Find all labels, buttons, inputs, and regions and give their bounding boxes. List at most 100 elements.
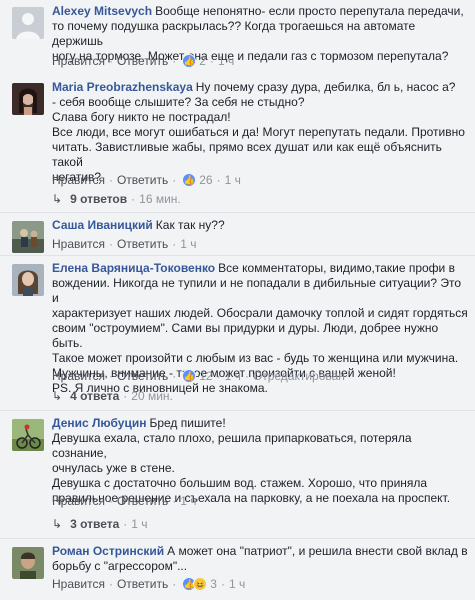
comment-text-line: - себя вообще слышите? За себя не стыдно… (52, 95, 305, 109)
reply-link[interactable]: Ответить (117, 237, 168, 251)
replies-count: 4 ответа (70, 389, 120, 403)
comment-text-line: борьбу с "агрессором"... (52, 559, 188, 573)
user-photo-icon (12, 419, 44, 451)
comment-item: Денис Любуцин Бред пишите! Девушка ехала,… (0, 416, 475, 534)
reply-arrow-icon: ↳ (52, 192, 63, 206)
avatar[interactable] (12, 419, 44, 451)
comment-body: Денис Любуцин Бред пишите! Девушка ехала,… (52, 416, 469, 506)
reply-link[interactable]: Ответить (117, 577, 168, 591)
reactions-summary[interactable]: 👍 😆 3 (182, 577, 217, 591)
comment-text-line: Как так ну?? (155, 218, 225, 232)
comment-text-line: то почему подушка раскрылась?? Когда тро… (52, 19, 416, 48)
comment-text-line: Бред пишите! (149, 416, 226, 430)
comment-text-line: очнулась уже в стене. (52, 461, 175, 475)
like-link[interactable]: Нравится (52, 369, 105, 383)
reaction-count: 12 (199, 369, 213, 383)
comment-actions: Нравится · Ответить · 👍 12 · 1 ч · Отред… (52, 369, 345, 383)
comment-author[interactable]: Alexey Mitsevych (52, 4, 152, 18)
replies-time: 1 ч (131, 517, 148, 531)
comment-text-line: А может она "патриот", и решила внести с… (167, 544, 468, 558)
user-photo-icon (12, 547, 44, 579)
comment-feed: Alexey Mitsevych Вообще непонятно- если п… (0, 0, 475, 600)
comment-text-line: Слава богу никто не пострадал! (52, 110, 231, 124)
divider (0, 255, 475, 256)
comment-body: Роман Остринский А может она "патриот", и… (52, 544, 469, 574)
comment-time[interactable]: 1 ч (225, 369, 241, 383)
comment-author[interactable]: Maria Preobrazhenskaya (52, 80, 193, 94)
comment-text-line: Вообще непонятно- если просто перепутала… (155, 4, 464, 18)
reactions-summary[interactable]: 👍 26 (182, 173, 213, 187)
divider (0, 410, 475, 411)
avatar[interactable] (12, 221, 44, 253)
reply-link[interactable]: Ответить (117, 494, 168, 508)
edited-label[interactable]: Отредактирован (253, 369, 345, 383)
comment-author[interactable]: Елена Варяница-Токовенко (52, 261, 215, 275)
comment-time[interactable]: 1 ч (229, 577, 245, 591)
avatar[interactable] (12, 547, 44, 579)
comment-text-line: своим "остроумием". Сами вы придурки и д… (52, 321, 439, 350)
like-link[interactable]: Нравится (52, 494, 105, 508)
reply-arrow-icon: ↳ (52, 389, 63, 403)
user-photo-icon (12, 83, 44, 115)
comment-text-line: Ну почему сразу дура, дебилка, бл ь, нас… (195, 80, 456, 94)
divider (0, 212, 475, 213)
like-link[interactable]: Нравится (52, 237, 105, 251)
reply-link[interactable]: Ответить (117, 54, 168, 68)
like-reaction-icon: 👍 (182, 54, 197, 68)
like-link[interactable]: Нравится (52, 54, 105, 68)
replies-count: 3 ответа (70, 517, 120, 531)
comment-time[interactable]: 1 ч (180, 494, 196, 508)
comment-text-line: вождении. Никогда не тупили и не попадал… (52, 276, 462, 305)
comment-time[interactable]: 1 ч (225, 173, 241, 187)
reply-link[interactable]: Ответить (117, 173, 168, 187)
comment-author[interactable]: Саша Иваницкий (52, 218, 153, 232)
reactions-summary[interactable]: 👍 2 (182, 54, 206, 68)
reply-link[interactable]: Ответить (117, 369, 168, 383)
divider (0, 538, 475, 539)
view-replies-link[interactable]: ↳ 9 ответов · 16 мин. (52, 192, 181, 206)
like-link[interactable]: Нравится (52, 173, 105, 187)
replies-time: 16 мин. (139, 192, 181, 206)
default-avatar-icon (12, 7, 44, 39)
comment-time[interactable]: 1 ч (218, 54, 234, 68)
view-replies-link[interactable]: ↳ 3 ответа · 1 ч (52, 517, 148, 531)
comment-text-line: Девушка ехала, стало плохо, решила припа… (52, 431, 412, 460)
comment-actions: Нравится · Ответить · 👍 2 · 1 ч (52, 54, 235, 68)
view-replies-link[interactable]: ↳ 4 ответа · 20 мин. (52, 389, 173, 403)
comment-body: Саша Иваницкий Как так ну?? (52, 218, 469, 233)
comment-text-line: Такое может произойти с любым из вас - б… (52, 351, 459, 365)
comment-author[interactable]: Денис Любуцин (52, 416, 146, 430)
reply-arrow-icon: ↳ (52, 517, 63, 531)
like-reaction-icon: 👍 (182, 369, 197, 383)
comment-author[interactable]: Роман Остринский (52, 544, 164, 558)
haha-reaction-icon: 😆 (193, 577, 208, 591)
reactions-summary[interactable]: 👍 12 (182, 369, 213, 383)
comment-text-line: Все комментаторы, видимо,такие профи в (218, 261, 455, 275)
reaction-count: 26 (199, 173, 213, 187)
comment-text-line: Все люди, все могут ошибаться и да! Могу… (52, 125, 465, 139)
user-photo-icon (12, 264, 44, 296)
user-photo-icon (12, 221, 44, 253)
comment-text-line: Девушка с достаточно большим вод. стажем… (52, 476, 428, 490)
like-link[interactable]: Нравится (52, 577, 105, 591)
like-reaction-icon: 👍 (182, 173, 197, 187)
replies-time: 20 мин. (131, 389, 173, 403)
reaction-count: 3 (210, 577, 217, 591)
comment-item: Елена Варяница-Токовенко Все комментаторы… (0, 261, 475, 406)
comment-actions: Нравится · Ответить · 1 ч (52, 494, 197, 508)
avatar[interactable] (12, 83, 44, 115)
avatar[interactable] (12, 264, 44, 296)
reaction-count: 2 (199, 54, 206, 68)
avatar[interactable] (12, 7, 44, 39)
replies-count: 9 ответов (70, 192, 128, 206)
comment-time[interactable]: 1 ч (180, 237, 196, 251)
comment-actions: Нравится · Ответить · 1 ч (52, 237, 197, 251)
comment-text-line: характеризует наших людей. Обосрали дамо… (52, 306, 468, 320)
comment-item: Maria Preobrazhenskaya Ну почему сразу ду… (0, 80, 475, 208)
comment-item: Alexey Mitsevych Вообще непонятно- если п… (0, 4, 475, 72)
comment-item: Саша Иваницкий Как так ну?? Нравится · От… (0, 218, 475, 258)
comment-text-line: читать. Завистливые жабы, прямо всех душ… (52, 140, 442, 169)
comment-item: Роман Остринский А может она "патриот", и… (0, 544, 475, 600)
comment-body: Maria Preobrazhenskaya Ну почему сразу ду… (52, 80, 469, 185)
comment-actions: Нравится · Ответить · 👍 26 · 1 ч (52, 173, 241, 187)
